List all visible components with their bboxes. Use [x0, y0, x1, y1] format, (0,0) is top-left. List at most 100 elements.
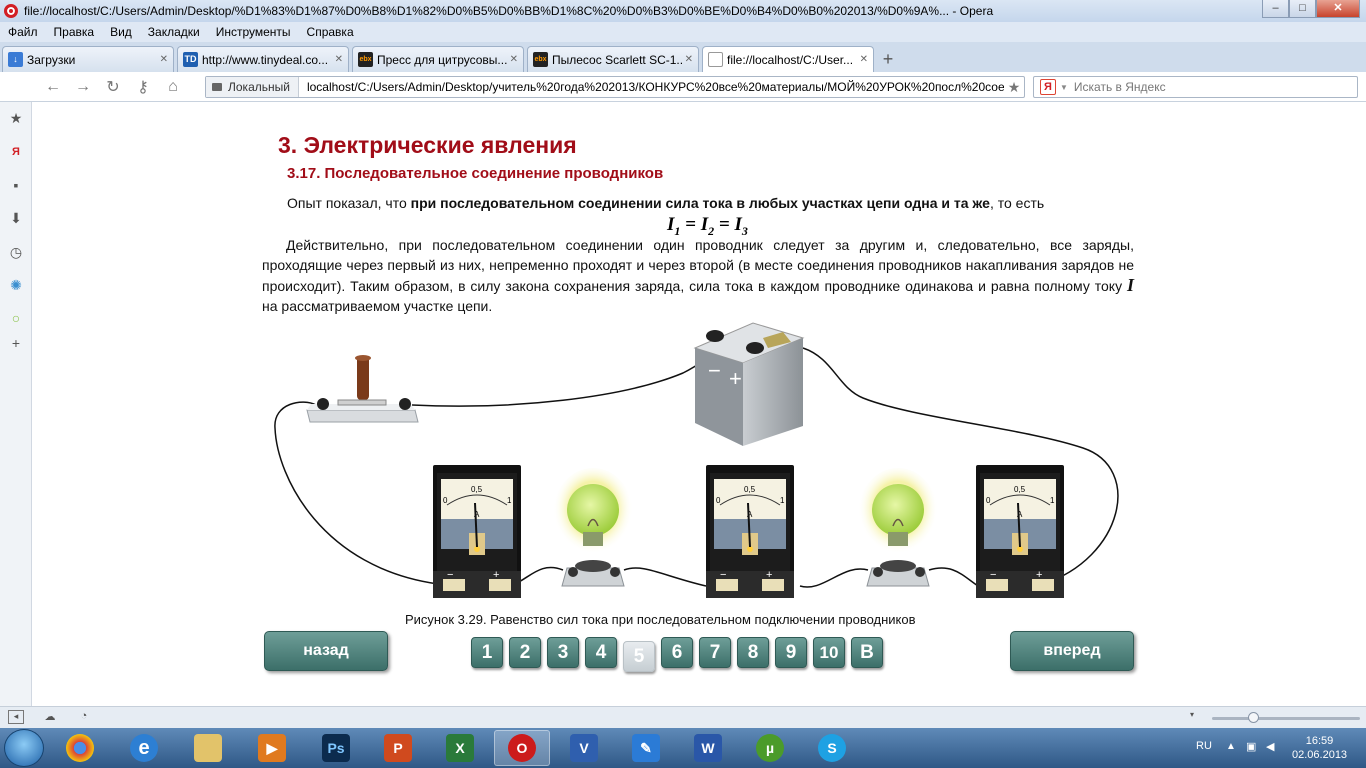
store-icon: ebx [358, 52, 373, 67]
back-button[interactable]: назад [264, 631, 388, 671]
menu-view[interactable]: Вид [102, 25, 140, 39]
taskbar-smart-notebook[interactable]: ✎ [618, 730, 674, 766]
chevron-down-icon[interactable]: ▼ [1060, 83, 1068, 92]
view-icon[interactable]: ▾ [1184, 710, 1200, 724]
taskbar-word[interactable]: W [680, 730, 736, 766]
tab-close-icon[interactable]: ✕ [860, 54, 868, 65]
page-button-3[interactable]: 3 [547, 637, 579, 668]
tab-close-icon[interactable]: ✕ [685, 54, 693, 65]
page-button-b[interactable]: B [851, 637, 883, 668]
page-button-5-current[interactable]: 5 [623, 641, 655, 672]
key-icon[interactable]: ⚷ [128, 77, 158, 97]
scale-half: 0,5 [744, 485, 756, 494]
tab-close-icon[interactable]: ✕ [510, 54, 518, 65]
paragraph-1: Опыт показал, что при последовательном с… [287, 193, 1044, 213]
yandex-icon[interactable]: Я [8, 144, 24, 160]
network-icon[interactable]: ▣ [1246, 740, 1256, 753]
taskbar-powerpoint[interactable]: P [370, 730, 426, 766]
clock-time: 16:59 [1305, 735, 1334, 747]
scale-one: 1 [780, 496, 785, 505]
tab-label: Пылесос Scarlett SC-1... [552, 52, 682, 67]
menu-help[interactable]: Справка [299, 25, 362, 39]
taskbar-skype[interactable]: S [804, 730, 860, 766]
circuit-figure: − + 0 0,5 1 A − + 0 0,5 1 A − + 0 0,5 1 … [274, 322, 1119, 598]
page-button-6[interactable]: 6 [661, 637, 693, 668]
tab-citrus-press[interactable]: ebx Пресс для цитрусовы... ✕ [352, 46, 524, 72]
tab-tinydeal[interactable]: TD http://www.tinydeal.co... ✕ [177, 46, 349, 72]
td-icon: TD [183, 52, 198, 67]
menu-tools[interactable]: Инструменты [208, 25, 299, 39]
clock[interactable]: 16:59 02.06.2013 [1292, 734, 1347, 762]
widget-icon[interactable]: ○ [8, 310, 24, 326]
page-button-10[interactable]: 10 [813, 637, 845, 668]
page-button-7[interactable]: 7 [699, 637, 731, 668]
page-button-4[interactable]: 4 [585, 637, 617, 668]
new-tab-button[interactable]: + [877, 48, 899, 70]
unite-icon[interactable]: ✺ [8, 277, 24, 293]
download-icon[interactable]: ⬇ [8, 210, 24, 226]
add-panel-icon[interactable]: + [8, 335, 24, 351]
forward-arrow-icon[interactable]: → [68, 78, 98, 96]
page-button-9[interactable]: 9 [775, 637, 807, 668]
taskbar-visio[interactable]: V [556, 730, 612, 766]
taskbar-file-manager[interactable] [180, 730, 236, 766]
bookmark-star-icon[interactable]: ★ [1004, 79, 1024, 96]
zoom-slider[interactable] [1212, 717, 1360, 720]
scale-one: 1 [507, 496, 512, 505]
home-icon[interactable]: ⌂ [158, 78, 188, 96]
tab-local-file[interactable]: file://localhost/C:/User... ✕ [702, 46, 874, 72]
computer-icon [212, 83, 222, 91]
switch [306, 355, 419, 423]
speed-dial-icon[interactable]: ◔ [76, 710, 92, 724]
tab-vacuum[interactable]: ebx Пылесос Scarlett SC-1... ✕ [527, 46, 699, 72]
taskbar-utorrent[interactable]: µ [742, 730, 798, 766]
address-field[interactable]: Локальный localhost/C:/Users/Admin/Deskt… [205, 76, 1025, 98]
light-bulb-2 [858, 468, 938, 587]
minimize-button[interactable]: – [1262, 0, 1289, 18]
reload-icon[interactable]: ↻ [98, 77, 128, 97]
tray-arrow-icon[interactable]: ▲ [1226, 741, 1236, 752]
close-button[interactable]: ✕ [1316, 0, 1360, 18]
page-button-8[interactable]: 8 [737, 637, 769, 668]
history-icon[interactable]: ◷ [8, 244, 24, 260]
url-text[interactable]: localhost/C:/Users/Admin/Desktop/учитель… [299, 80, 1004, 94]
taskbar-internet-explorer[interactable]: e [116, 730, 172, 766]
note-icon[interactable]: ▪ [8, 177, 24, 193]
star-icon[interactable]: ★ [8, 110, 24, 126]
menu-file[interactable]: Файл [0, 25, 46, 39]
volume-icon[interactable]: ◀ [1266, 740, 1274, 753]
tab-close-icon[interactable]: ✕ [160, 54, 168, 65]
opera-icon: O [508, 734, 536, 762]
taskbar-excel[interactable]: X [432, 730, 488, 766]
language-indicator[interactable]: RU [1196, 740, 1212, 752]
formula-eq: = [714, 214, 735, 235]
page-button-2[interactable]: 2 [509, 637, 541, 668]
taskbar-media-player[interactable]: ▶ [244, 730, 300, 766]
page-button-1[interactable]: 1 [471, 637, 503, 668]
menu-bookmarks[interactable]: Закладки [140, 25, 208, 39]
location-badge[interactable]: Локальный [206, 77, 299, 97]
formula-eq: = [680, 214, 701, 235]
cloud-icon[interactable]: ☁ [42, 710, 58, 724]
tab-close-icon[interactable]: ✕ [335, 54, 343, 65]
taskbar-chrome[interactable] [52, 730, 108, 766]
notebook-icon: ✎ [632, 734, 660, 762]
scale-zero: 0 [986, 496, 991, 505]
tab-downloads[interactable]: ↓ Загрузки ✕ [2, 46, 174, 72]
title-bar: file://localhost/C:/Users/Admin/Desktop/… [0, 0, 1366, 22]
scale-one: 1 [1050, 496, 1055, 505]
maximize-button[interactable]: □ [1289, 0, 1316, 18]
yandex-icon: Я [1040, 79, 1056, 95]
back-arrow-icon[interactable]: ← [38, 78, 68, 96]
zoom-slider-handle[interactable] [1248, 712, 1259, 723]
start-button[interactable] [4, 729, 44, 767]
taskbar-opera[interactable]: O [494, 730, 550, 766]
p1-bold: при последовательном соединении сила ток… [410, 195, 990, 211]
search-field[interactable]: Я ▼ Искать в Яндекс [1033, 76, 1358, 98]
menu-edit[interactable]: Правка [46, 25, 103, 39]
chrome-icon [66, 734, 94, 762]
forward-button[interactable]: вперед [1010, 631, 1134, 671]
panel-toggle-icon[interactable]: ◂ [8, 710, 24, 724]
taskbar-photoshop[interactable]: Ps [308, 730, 364, 766]
battery: − + [693, 322, 805, 446]
